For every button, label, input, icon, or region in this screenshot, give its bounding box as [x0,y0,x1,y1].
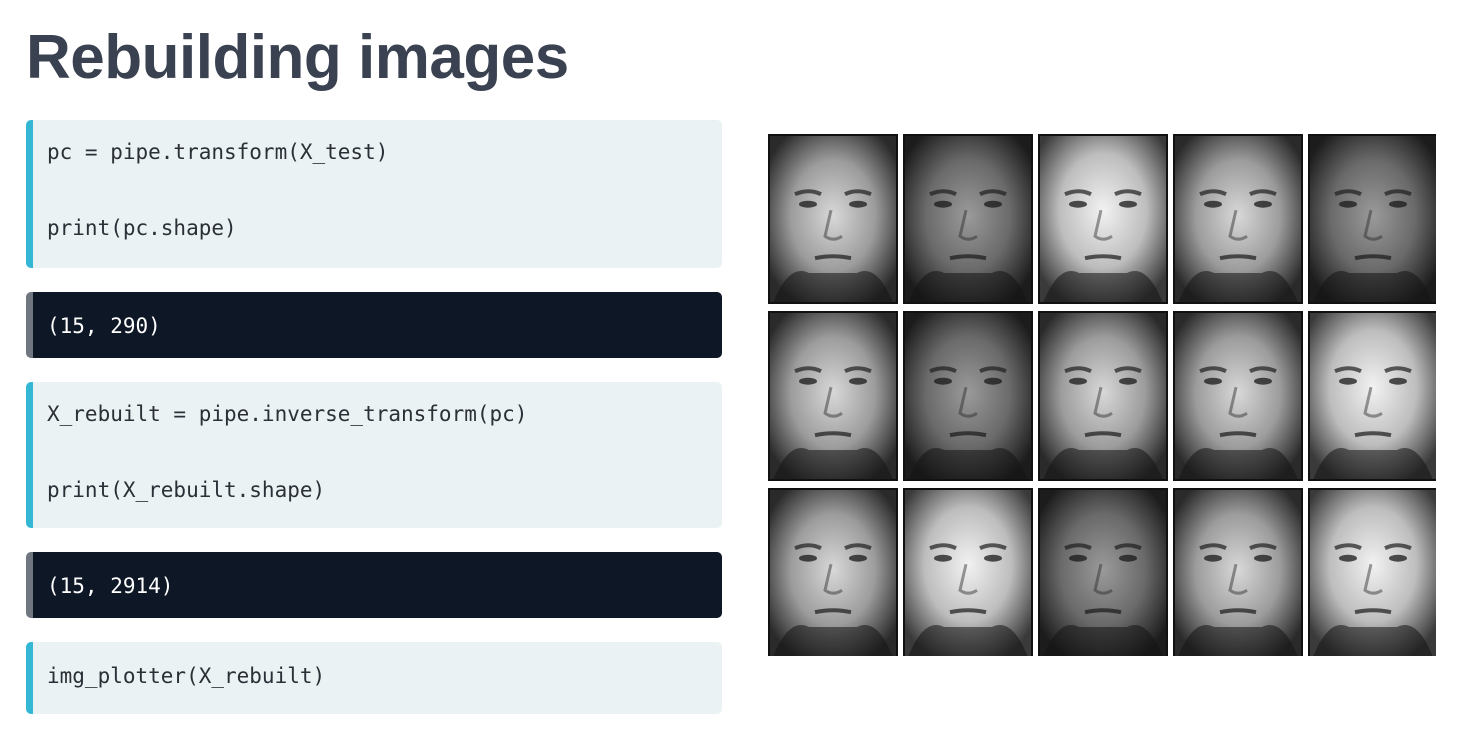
face-thumbnail [1038,488,1168,656]
output-line: (15, 290) [47,314,161,338]
face-thumbnail [1173,134,1303,304]
code-input-cell-1[interactable]: pc = pipe.transform(X_test) print(pc.sha… [26,120,722,268]
face-thumbnail [1038,311,1168,481]
face-thumbnail [1173,488,1303,656]
code-line: print(X_rebuilt.shape) [47,478,326,502]
slide-title: Rebuilding images [26,23,569,92]
faces-figure [768,134,1436,656]
face-thumbnail [1173,311,1303,481]
code-line: pc = pipe.transform(X_test) [47,140,389,164]
face-thumbnail [1308,311,1436,481]
face-thumbnail [903,134,1033,304]
face-thumbnail [768,488,898,656]
rebuilt-faces-grid [768,134,1436,656]
code-input-cell-3[interactable]: img_plotter(X_rebuilt) [26,642,722,714]
face-thumbnail [768,311,898,481]
code-line: X_rebuilt = pipe.inverse_transform(pc) [47,402,528,426]
output-line: (15, 2914) [47,574,174,598]
face-thumbnail [768,134,898,304]
face-thumbnail [903,311,1033,481]
code-line: img_plotter(X_rebuilt) [47,664,326,688]
face-thumbnail [1308,134,1436,304]
code-input-cell-2[interactable]: X_rebuilt = pipe.inverse_transform(pc) p… [26,382,722,528]
face-thumbnail [1038,134,1168,304]
code-output-cell-2: (15, 2914) [26,552,722,618]
face-thumbnail [1308,488,1436,656]
code-line: print(pc.shape) [47,216,237,240]
face-thumbnail [903,488,1033,656]
code-output-cell-1: (15, 290) [26,292,722,358]
